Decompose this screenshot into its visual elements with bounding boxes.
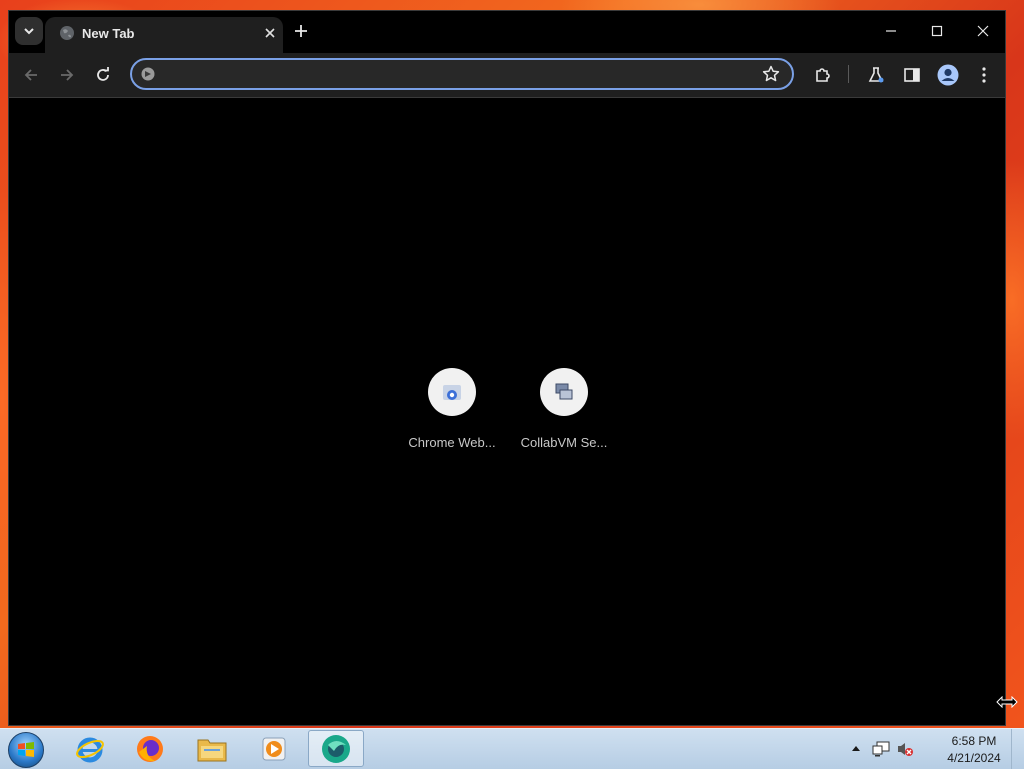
network-icon[interactable] [872,741,890,757]
reload-button[interactable] [89,61,117,89]
puzzle-icon [816,68,830,82]
clock-date: 4/21/2024 [947,751,1001,765]
labs-button[interactable] [862,61,890,89]
arrow-left-icon [24,69,37,81]
chrome-window: New Tab Chrome Web... CollabVM Se... [8,10,1006,726]
collabvm-icon [555,383,573,400]
forward-button[interactable] [53,61,81,89]
internet-explorer-icon [76,737,104,762]
close-icon [977,25,989,37]
flask-icon [868,67,884,83]
windows-logo-icon [8,732,44,768]
tab-title: New Tab [82,26,135,41]
shortcut-collabvm[interactable]: CollabVM Se... [514,368,614,450]
plus-icon [295,25,307,37]
globe-icon [60,26,74,40]
shortcut-icon-container [540,368,588,416]
profile-button[interactable] [934,61,962,89]
shortcut-chrome-web-store[interactable]: Chrome Web... [402,368,502,450]
tab-close-icon[interactable] [259,22,281,44]
taskbar-internet-explorer[interactable] [62,730,118,767]
taskbar-file-explorer[interactable] [184,730,240,767]
start-button[interactable] [6,731,46,769]
show-hidden-icons-icon[interactable] [851,744,861,752]
shortcut-label: Chrome Web... [408,435,496,450]
extensions-button[interactable] [809,61,837,89]
address-bar[interactable] [130,58,794,90]
toolbar-divider [848,65,849,83]
back-button[interactable] [17,61,45,89]
taskbar-media-player[interactable] [246,730,302,767]
close-window-button[interactable] [963,17,1003,45]
taskbar-clock[interactable]: 6:58 PM 4/21/2024 [938,733,1010,767]
show-desktop-button[interactable] [1011,729,1024,769]
volume-muted-icon[interactable] [896,741,914,757]
minimize-button[interactable] [871,17,911,45]
minimize-icon [886,30,896,32]
clock-time: 6:58 PM [951,734,997,748]
web-store-icon [443,385,461,400]
resize-cursor-icon [996,696,1018,708]
shortcut-label: CollabVM Se... [520,435,608,450]
arrow-right-icon [61,69,74,81]
omnibox-input[interactable] [164,64,748,86]
new-tab-page: Chrome Web... CollabVM Se... [9,98,1005,725]
maximize-button[interactable] [917,17,957,45]
taskbar-chrome[interactable] [308,730,364,767]
reload-icon [97,67,109,81]
site-info-icon [141,67,155,81]
taskbar: 6:58 PM 4/21/2024 [0,728,1024,769]
toolbar [9,53,1005,98]
maximize-icon [931,25,943,37]
side-panel-button[interactable] [898,61,926,89]
avatar-icon [937,64,959,86]
firefox-icon [137,735,163,762]
file-explorer-icon [197,739,227,761]
chrome-icon [322,734,350,763]
menu-button[interactable] [970,61,998,89]
media-player-icon [262,737,286,760]
tab-search-button[interactable] [15,17,43,45]
tab-new-tab[interactable]: New Tab [45,17,283,53]
taskbar-firefox[interactable] [122,730,178,767]
shortcut-icon-container [428,368,476,416]
side-panel-icon [904,68,920,82]
chevron-down-icon [24,28,34,35]
more-vert-icon [982,67,986,83]
new-tab-button[interactable] [289,19,313,43]
title-bar: New Tab [9,11,1005,53]
bookmark-star-icon[interactable] [762,65,780,83]
